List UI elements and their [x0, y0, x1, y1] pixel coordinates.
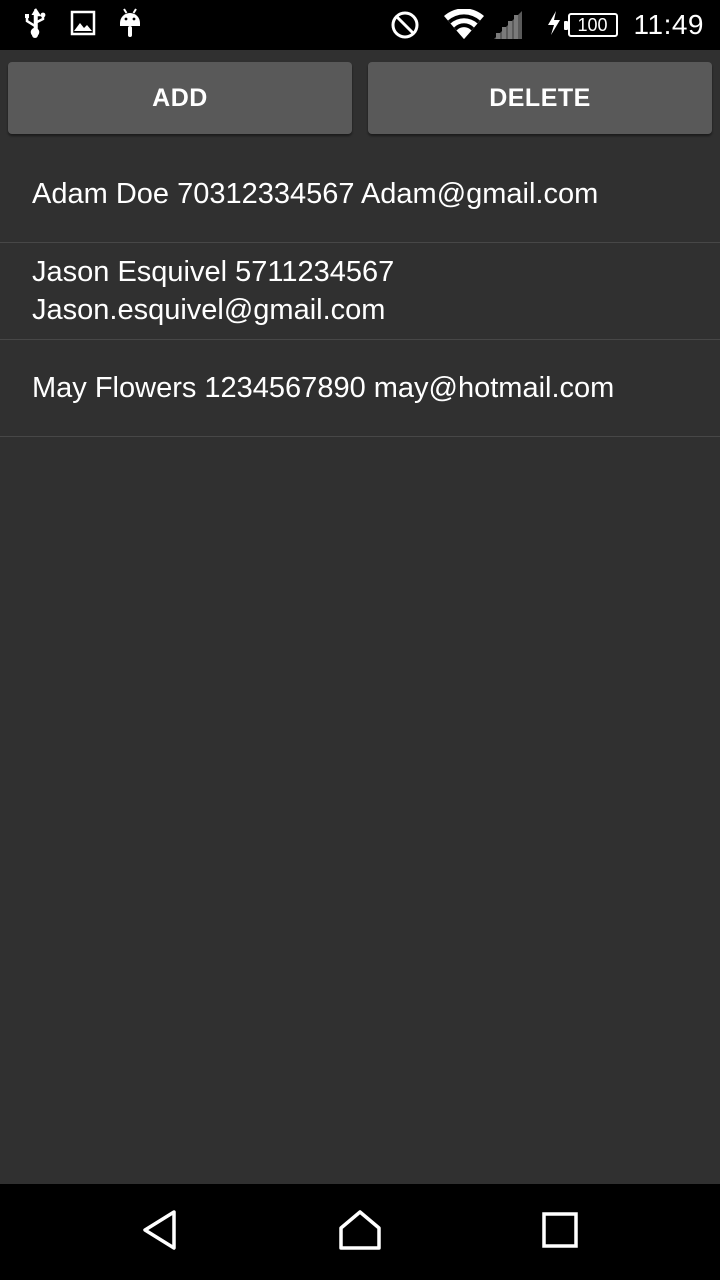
contact-list: Adam Doe 70312334567 Adam@gmail.com Jaso…	[0, 146, 720, 437]
add-button[interactable]: ADD	[8, 62, 352, 134]
wifi-icon	[443, 9, 484, 41]
contact-text: May Flowers 1234567890 may@hotmail.com	[32, 372, 615, 404]
contact-text: Jason Esquivel 5711234567 Jason.esquivel…	[32, 256, 395, 326]
do-not-disturb-icon	[390, 10, 420, 40]
back-icon	[140, 1209, 180, 1256]
system-status-icons: 100 11:49	[390, 0, 705, 50]
home-icon	[338, 1209, 382, 1256]
back-button[interactable]	[120, 1204, 200, 1260]
cell-signal-icon	[492, 9, 524, 41]
charging-icon	[546, 10, 562, 41]
contact-list-item[interactable]: May Flowers 1234567890 may@hotmail.com	[0, 340, 720, 437]
delete-button[interactable]: DELETE	[368, 62, 712, 134]
contact-list-item[interactable]: Adam Doe 70312334567 Adam@gmail.com	[0, 146, 720, 243]
notification-icons	[22, 7, 142, 44]
recents-button[interactable]	[520, 1204, 600, 1260]
android-debug-icon	[118, 7, 142, 44]
navigation-bar	[0, 1184, 720, 1280]
usb-icon	[22, 7, 48, 44]
status-clock: 11:49	[633, 9, 704, 40]
action-buttons: ADD DELETE	[8, 62, 712, 134]
battery-status: 100	[546, 10, 618, 41]
battery-level: 100	[577, 15, 608, 35]
screen: 100 11:49 ADD DELETE Adam Doe 7031233456…	[0, 0, 720, 1280]
image-notification-icon	[70, 10, 96, 41]
recents-icon	[542, 1211, 578, 1253]
home-button[interactable]	[320, 1204, 400, 1260]
contact-list-item[interactable]: Jason Esquivel 5711234567 Jason.esquivel…	[0, 243, 720, 340]
contact-text: Adam Doe 70312334567 Adam@gmail.com	[32, 178, 599, 210]
status-bar: 100 11:49	[0, 0, 720, 50]
battery-icon: 100	[563, 13, 618, 37]
